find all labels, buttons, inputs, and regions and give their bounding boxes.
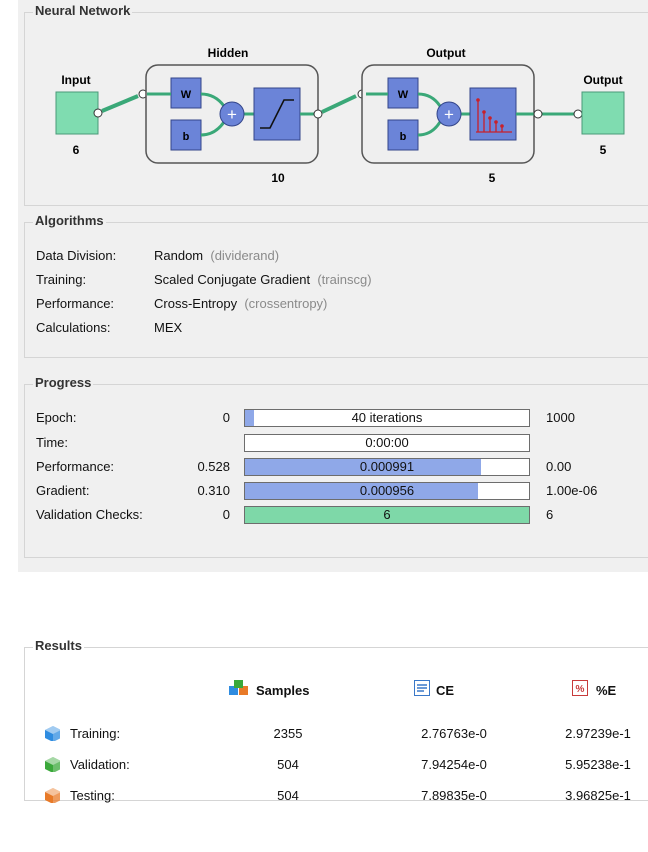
output-label: Output — [583, 73, 622, 87]
progress-end-value: 1000 — [546, 410, 575, 425]
progress-start-value: 0 — [222, 410, 230, 425]
output-layer-label: Output — [426, 46, 465, 60]
progress-bar: 0.000956 — [244, 482, 530, 500]
results-pe-cell: 2.97239e-1 — [565, 726, 631, 741]
pe-header: %E — [596, 683, 617, 698]
progress-label: Time: — [36, 435, 69, 450]
hidden-size: 10 — [271, 171, 285, 185]
input-size: 6 — [73, 143, 80, 157]
cube-icon — [45, 788, 60, 803]
results-pe-cell: 5.95238e-1 — [565, 757, 631, 772]
algorithm-function: (crossentropy) — [244, 296, 328, 311]
progress-current-value: 40 iterations — [351, 410, 423, 425]
results-row-label: Validation: — [70, 757, 130, 772]
progress-title: Progress — [33, 375, 94, 390]
progress-label: Gradient: — [36, 483, 90, 498]
algorithm-label: Data Division: — [36, 248, 117, 263]
results-samples-cell: 504 — [277, 788, 299, 803]
hidden-label: Hidden — [208, 46, 249, 60]
progress-label: Validation Checks: — [36, 507, 143, 522]
svg-text:%: % — [576, 684, 585, 695]
output-bias-symbol: b — [400, 131, 407, 143]
algorithm-value: Cross-Entropy (crossentropy) — [154, 296, 327, 311]
input-node — [55, 91, 99, 135]
progress-start-value: 0.528 — [197, 459, 230, 474]
hidden-plus-symbol: + — [227, 105, 237, 124]
progress-label: Performance: — [36, 459, 115, 474]
algorithm-value-text: Scaled Conjugate Gradient — [154, 272, 311, 287]
algorithm-value: MEX — [154, 320, 189, 335]
results-pe-cell: 3.96825e-1 — [565, 788, 631, 803]
algorithm-value-text: Cross-Entropy — [154, 296, 238, 311]
algorithm-function: (dividerand) — [210, 248, 280, 263]
output-layer-size: 5 — [489, 171, 496, 185]
results-row-label: Testing: — [70, 788, 115, 803]
progress-end-value: 1.00e-06 — [546, 483, 598, 498]
algorithm-label: Performance: — [36, 296, 115, 311]
progress-current-value: 0:00:00 — [365, 435, 409, 450]
cube-icon — [45, 757, 60, 772]
connector-dot — [313, 109, 323, 119]
progress-bar: 40 iterations — [244, 409, 530, 427]
ce-header: CE — [436, 683, 455, 698]
algorithms-title: Algorithms — [33, 213, 106, 228]
connector-arrow — [101, 94, 139, 113]
results-ce-cell: 7.89835e-0 — [421, 788, 487, 803]
output-node — [581, 91, 625, 135]
progress-current-value: 0.000956 — [359, 483, 415, 498]
connector-dot — [573, 109, 583, 119]
connector-arrow — [321, 94, 357, 114]
cubes-icon — [229, 680, 248, 695]
algorithms-group: Algorithms — [24, 213, 648, 358]
list-chart-icon — [414, 680, 430, 696]
results-title: Results — [33, 638, 84, 653]
hidden-bias-symbol: b — [183, 131, 190, 143]
connector-dot — [533, 109, 543, 119]
output-plus-symbol: + — [444, 105, 454, 124]
progress-label: Epoch: — [36, 410, 77, 425]
samples-header: Samples — [256, 683, 310, 698]
results-ce-cell: 2.76763e-0 — [421, 726, 487, 741]
cube-icon — [45, 726, 60, 741]
output-weight-symbol: W — [398, 89, 409, 101]
algorithm-function: (trainscg) — [317, 272, 372, 287]
output-size: 5 — [600, 143, 607, 157]
results-row-label: Training: — [70, 726, 121, 741]
results-samples-cell: 504 — [277, 757, 299, 772]
progress-current-value: 0.000991 — [359, 459, 415, 474]
algorithm-value: Random (dividerand) — [154, 248, 279, 263]
progress-bar: 6 — [244, 506, 530, 524]
results-ce-cell: 7.94254e-0 — [421, 757, 487, 772]
algorithm-value: Scaled Conjugate Gradient (trainscg) — [154, 272, 372, 287]
progress-current-value: 6 — [383, 507, 391, 522]
results-samples-cell: 2355 — [273, 726, 303, 741]
progress-bar: 0.000991 — [244, 458, 530, 476]
progress-end-value: 0.00 — [546, 459, 572, 474]
progress-bar: 0:00:00 — [244, 434, 530, 452]
results-group: Results — [24, 638, 648, 800]
algorithm-value-text: MEX — [154, 320, 183, 335]
algorithm-label: Training: — [36, 272, 87, 287]
network-diagram: Input 6 Hidden W b + 10 Output W b + 5 O… — [55, 46, 625, 185]
input-label: Input — [61, 73, 90, 87]
percent-icon: % — [572, 680, 588, 696]
progress-start-value: 0.310 — [197, 483, 230, 498]
connector-dot — [93, 108, 103, 118]
algorithm-value-text: Random — [154, 248, 204, 263]
hidden-weight-symbol: W — [181, 89, 192, 101]
progress-end-value: 6 — [546, 507, 554, 522]
progress-start-value: 0 — [222, 507, 230, 522]
algorithm-label: Calculations: — [36, 320, 111, 335]
